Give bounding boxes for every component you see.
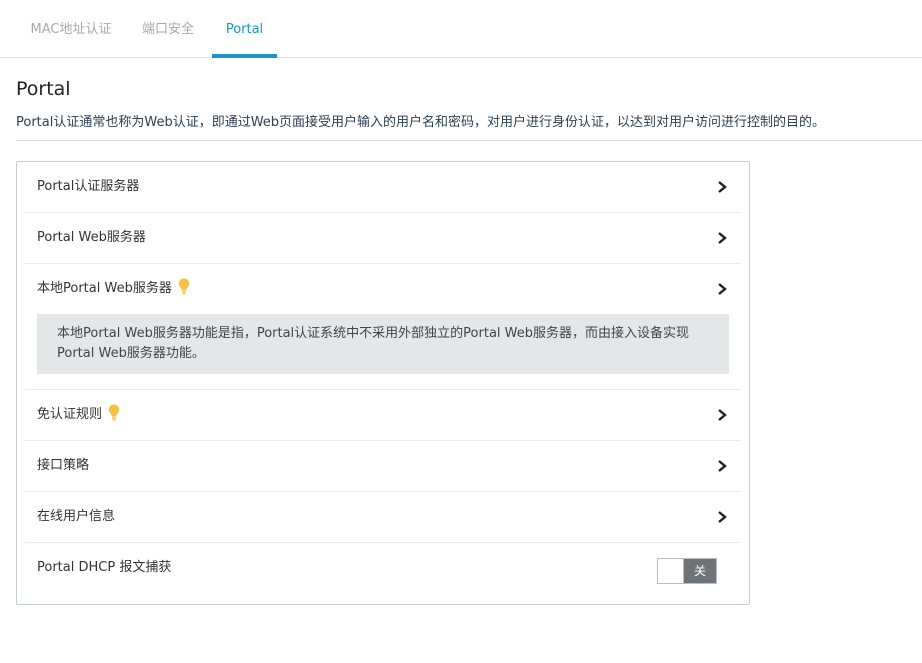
chevron-right-icon [718, 181, 727, 193]
lightbulb-icon[interactable] [108, 404, 120, 421]
toggle-knob [658, 559, 684, 583]
lightbulb-icon[interactable] [178, 278, 190, 295]
row-label: Portal Web服务器 [37, 230, 146, 245]
row-label-with-hint: 本地Portal Web服务器 [37, 264, 190, 314]
tab-port-security[interactable]: 端口安全 [126, 0, 210, 58]
row-label: Portal认证服务器 [37, 179, 140, 194]
title-divider [16, 140, 922, 141]
page-title: Portal [16, 78, 71, 100]
tab-bar: MAC地址认证 端口安全 Portal [0, 0, 922, 58]
row-label: 本地Portal Web服务器 [37, 281, 172, 296]
chevron-right-icon [718, 511, 727, 523]
dhcp-capture-toggle[interactable]: 关 [657, 558, 717, 584]
row-online-user-info[interactable]: 在线用户信息 [25, 492, 741, 543]
tab-mac-auth[interactable]: MAC地址认证 [16, 0, 126, 58]
chevron-right-icon [718, 283, 727, 295]
portal-settings-panel: Portal认证服务器 Portal Web服务器 本地Portal Web服务… [16, 161, 750, 605]
tab-portal[interactable]: Portal [212, 0, 277, 58]
row-portal-web-server[interactable]: Portal Web服务器 [25, 213, 741, 264]
chevron-right-icon [718, 460, 727, 472]
page-description: Portal认证通常也称为Web认证，即通过Web页面接受用户输入的用户名和密码… [16, 115, 826, 130]
dhcp-capture-label: Portal DHCP 报文捕获 [37, 560, 172, 575]
row-label-with-hint: 免认证规则 [37, 390, 120, 440]
row-label: 免认证规则 [37, 407, 103, 422]
row-label: 接口策略 [37, 458, 90, 473]
row-dhcp-capture: Portal DHCP 报文捕获 关 [25, 543, 741, 594]
row-label: 在线用户信息 [37, 509, 116, 524]
chevron-right-icon [718, 409, 727, 421]
row-interface-policy[interactable]: 接口策略 [25, 441, 741, 492]
row-portal-auth-server[interactable]: Portal认证服务器 [25, 162, 741, 213]
row-auth-free-rules[interactable]: 免认证规则 [25, 390, 741, 441]
chevron-right-icon [718, 232, 727, 244]
local-portal-info-box: 本地Portal Web服务器功能是指，Portal认证系统中不采用外部独立的P… [37, 314, 729, 374]
toggle-state-label: 关 [693, 564, 706, 578]
